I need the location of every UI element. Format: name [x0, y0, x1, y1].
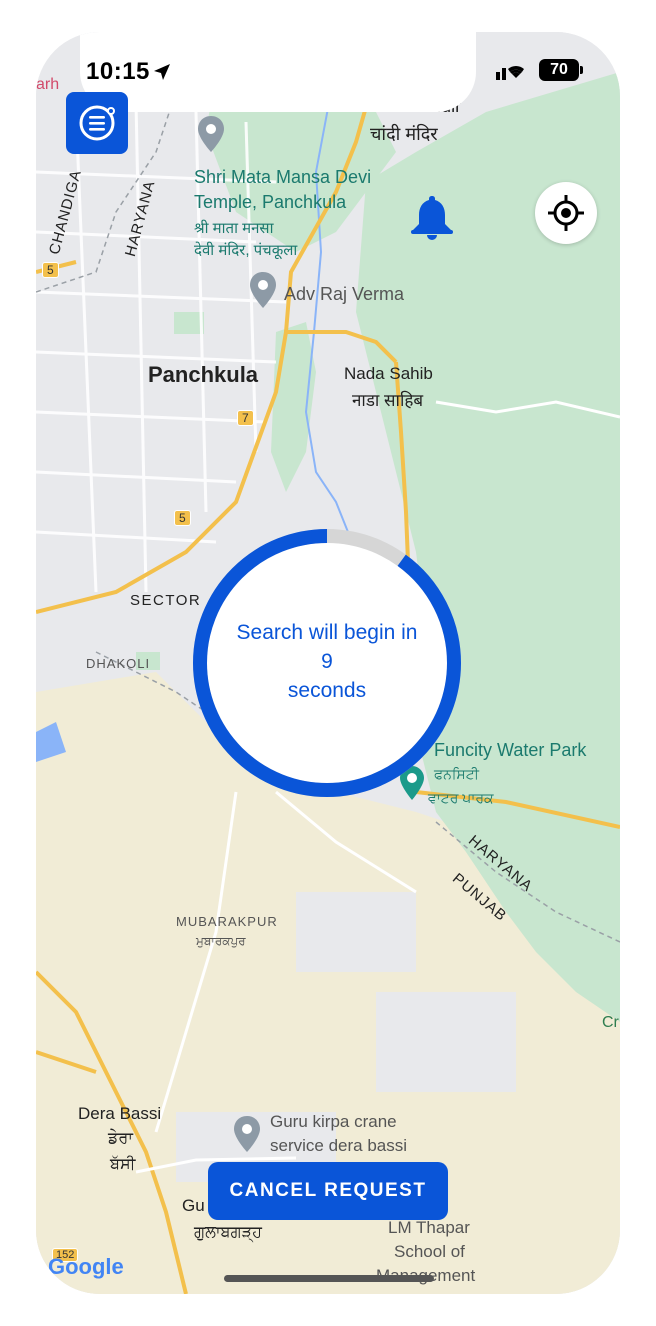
- map-label: ਮੁਬਾਰਕਪੁਰ: [196, 934, 246, 948]
- battery-indicator: 70: [539, 59, 579, 81]
- map-label: Panchkula: [148, 362, 259, 387]
- map-label: service dera bassi: [270, 1136, 408, 1155]
- phone-screen: 5 7 5 152 Chandi Mandir चांदी मंदिर Shri…: [36, 32, 620, 1294]
- map-label: Adv Raj Verma: [284, 284, 405, 304]
- signal-wifi-icon: [496, 65, 524, 80]
- google-logo: Google: [48, 1254, 124, 1279]
- location-arrow-icon: [154, 64, 170, 80]
- battery-cap: [580, 66, 583, 74]
- map-label: School of: [394, 1242, 465, 1261]
- road-shield: 5: [42, 262, 59, 278]
- temple-pin-icon[interactable]: [196, 114, 226, 154]
- crosshair-icon: [548, 195, 584, 231]
- road-shield: 5: [174, 510, 191, 526]
- road-shield: 7: [237, 410, 254, 426]
- map-label: Dera Bassi: [78, 1104, 162, 1123]
- map-label: Guru kirpa crane: [270, 1112, 397, 1131]
- map-label: arh: [36, 76, 60, 93]
- map-label: ਬੱਸੀ: [110, 1156, 136, 1173]
- map-label: MUBARAKPUR: [176, 914, 278, 929]
- map-label: श्री माता मनसा: [194, 220, 274, 237]
- map-label: Gu: [182, 1196, 205, 1215]
- home-indicator[interactable]: [224, 1275, 434, 1282]
- menu-list-icon: [79, 105, 115, 141]
- menu-button[interactable]: [66, 92, 128, 154]
- map-label: DHAKOLI: [86, 656, 151, 671]
- countdown-seconds: 9: [321, 650, 333, 673]
- map-label: ਡੇਰਾ: [108, 1130, 133, 1147]
- place-pin-icon[interactable]: [248, 270, 278, 310]
- map-label: चांदी मंदिर: [370, 124, 438, 144]
- map-label: LM Thapar: [388, 1218, 470, 1237]
- map-label: Cr: [602, 1014, 619, 1031]
- map-label: SECTOR: [130, 592, 202, 609]
- map-label: नाडा साहिब: [352, 391, 424, 410]
- countdown-line1: Search will begin in: [236, 621, 418, 644]
- map-label: Nada Sahib: [344, 364, 433, 383]
- bell-icon[interactable]: [407, 192, 457, 242]
- map-label: देवी मंदिर, पंचकूला: [194, 242, 298, 259]
- countdown-text: Search will begin in 9 seconds: [212, 618, 442, 705]
- map-label: Shri Mata Mansa Devi: [194, 167, 372, 187]
- locate-me-button[interactable]: [535, 182, 597, 244]
- cancel-request-button[interactable]: CANCEL REQUEST: [208, 1162, 448, 1220]
- map-label: Temple, Panchkula: [194, 192, 347, 212]
- map-label: ਗੁਲਾਬਗੜ੍ਹ: [194, 1224, 262, 1241]
- status-time: 10:15: [86, 58, 150, 85]
- countdown-line3: seconds: [287, 679, 367, 702]
- business-pin-icon[interactable]: [232, 1114, 262, 1154]
